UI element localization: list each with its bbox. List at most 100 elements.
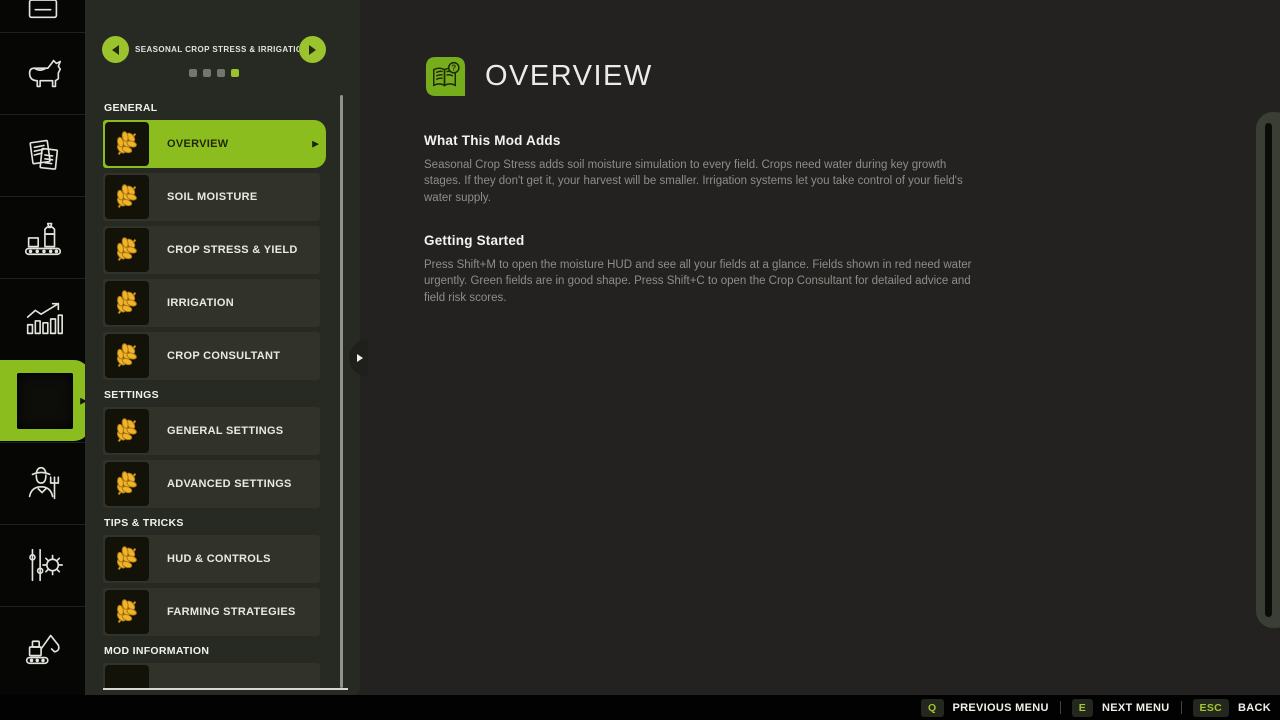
pagination-dot[interactable]	[217, 69, 225, 77]
selected-item-arrow-icon: ▶	[312, 139, 319, 150]
wheat-icon	[112, 288, 142, 318]
left-icon-rail: ▶	[0, 0, 85, 695]
topic-label: HUD & CONTROLS	[167, 553, 271, 565]
sidebar-pager: SEASONAL CROP STRESS & IRRIGATION MA...	[102, 36, 326, 63]
topic-icon-tile	[105, 409, 149, 453]
topic-icon-tile	[105, 281, 149, 325]
content-scrollbar-thumb[interactable]	[1265, 123, 1272, 617]
collapse-arrow-icon	[357, 354, 363, 362]
section-label: TIPS & TRICKS	[104, 517, 326, 529]
section-label: SETTINGS	[104, 389, 326, 401]
topic-item-hud-controls[interactable]: HUD & CONTROLS	[103, 535, 320, 583]
sidebar-scrollbar[interactable]	[340, 95, 343, 688]
shortcut-separator	[1060, 701, 1061, 714]
wheat-icon	[112, 129, 142, 159]
help-topic-list: GENERAL OVERVIEW ▶ SOIL MOISTURE	[103, 102, 326, 690]
rail-tab-production[interactable]	[0, 196, 85, 277]
topic-label: OVERVIEW	[167, 138, 229, 150]
shortcut-esc: ESC BACK	[1193, 699, 1271, 717]
shortcut-label: NEXT MENU	[1102, 702, 1169, 714]
topic-label: SOIL MOISTURE	[167, 191, 257, 203]
topic-item-advanced-settings[interactable]: ADVANCED SETTINGS	[103, 460, 320, 508]
content-section: What This Mod AddsSeasonal Crop Stress a…	[424, 133, 982, 206]
topic-label: GENERAL SETTINGS	[167, 425, 283, 437]
rail-tab-statistics[interactable]	[0, 278, 85, 359]
wheat-icon	[112, 235, 142, 265]
key-badge: Q	[921, 699, 943, 717]
rail-tab-construction[interactable]	[0, 606, 85, 687]
list-cutoff-line	[103, 688, 348, 690]
contracts-papers-icon	[20, 132, 66, 178]
content-scrollbar-track[interactable]	[1256, 112, 1280, 628]
topic-label: ADVANCED SETTINGS	[167, 478, 292, 490]
production-icon	[20, 214, 66, 260]
wheat-icon	[112, 469, 142, 499]
animals-cow-icon	[20, 50, 66, 96]
rail-tab-animals[interactable]	[0, 32, 85, 113]
topic-icon-tile	[105, 462, 149, 506]
rail-tab-settings[interactable]	[0, 524, 85, 605]
topic-icon-tile	[105, 537, 149, 581]
topic-item-soil-moisture[interactable]: SOIL MOISTURE	[103, 173, 320, 221]
topic-icon-tile	[105, 334, 149, 378]
wheat-icon	[112, 416, 142, 446]
vehicle-icon	[20, 0, 66, 25]
page-header: ? OVERVIEW	[424, 55, 653, 98]
pagination-dot[interactable]	[189, 69, 197, 77]
topic-icon-tile	[105, 228, 149, 272]
topic-item-irrigation[interactable]: IRRIGATION	[103, 279, 320, 327]
svg-text:?: ?	[451, 64, 456, 73]
rail-tab-vehicle[interactable]	[0, 0, 85, 31]
pagination-dot[interactable]	[231, 69, 239, 77]
shortcut-q: Q PREVIOUS MENU	[921, 699, 1049, 717]
topic-item-overview[interactable]: OVERVIEW ▶	[103, 120, 326, 168]
topic-label: CROP STRESS & YIELD	[167, 244, 298, 256]
topic-icon-tile	[105, 175, 149, 219]
topic-item-crop-stress-yield[interactable]: CROP STRESS & YIELD	[103, 226, 320, 274]
shortcut-bar: Q PREVIOUS MENU ENEXT MENU ESC BACK	[0, 695, 1280, 720]
shortcut-label: PREVIOUS MENU	[953, 702, 1049, 714]
help-content: What This Mod AddsSeasonal Crop Stress a…	[424, 133, 982, 333]
mod-title: SEASONAL CROP STRESS & IRRIGATION MA...	[129, 45, 299, 54]
key-badge: ESC	[1193, 699, 1230, 717]
help-sidebar: SEASONAL CROP STRESS & IRRIGATION MA... …	[85, 0, 360, 695]
topic-item-partial[interactable]	[103, 663, 320, 690]
mod-thumbnail	[17, 373, 73, 429]
help-book-icon: ?	[424, 55, 467, 98]
wheat-icon	[112, 544, 142, 574]
shortcut-label: BACK	[1238, 702, 1271, 714]
topic-icon-tile	[105, 122, 149, 166]
rail-tab-mod-help[interactable]: ▶	[0, 360, 90, 441]
settings-sliders-gear-icon	[20, 542, 66, 588]
arrow-right-icon	[309, 45, 316, 55]
topic-label: CROP CONSULTANT	[167, 350, 280, 362]
topic-label: IRRIGATION	[167, 297, 234, 309]
pagination-dot[interactable]	[203, 69, 211, 77]
content-heading: What This Mod Adds	[424, 133, 982, 148]
construction-excavator-icon	[20, 624, 66, 670]
shortcut-e: ENEXT MENU	[1072, 699, 1170, 717]
content-body: Press Shift+M to open the moisture HUD a…	[424, 257, 982, 306]
topic-label: FARMING STRATEGIES	[167, 606, 296, 618]
game-help-menu-screen: ▶	[0, 0, 1280, 720]
topic-item-farming-strategies[interactable]: FARMING STRATEGIES	[103, 588, 320, 636]
topic-item-crop-consultant[interactable]: CROP CONSULTANT	[103, 332, 320, 380]
next-page-button[interactable]	[299, 36, 326, 63]
topic-icon-tile	[105, 590, 149, 634]
rail-tab-contracts[interactable]	[0, 114, 85, 195]
wheat-icon	[112, 341, 142, 371]
pagination-dots	[85, 69, 343, 77]
section-label: MOD INFORMATION	[104, 645, 326, 657]
rail-tab-farmer[interactable]	[0, 442, 85, 523]
wheat-icon	[112, 182, 142, 212]
topic-item-general-settings[interactable]: GENERAL SETTINGS	[103, 407, 320, 455]
page-title: OVERVIEW	[485, 60, 653, 93]
content-section: Getting StartedPress Shift+M to open the…	[424, 233, 982, 306]
wheat-icon	[112, 597, 142, 627]
shortcut-separator	[1181, 701, 1182, 714]
previous-page-button[interactable]	[102, 36, 129, 63]
farmer-icon	[20, 460, 66, 506]
section-label: GENERAL	[104, 102, 326, 114]
arrow-left-icon	[112, 45, 119, 55]
topic-icon-tile	[105, 665, 149, 690]
